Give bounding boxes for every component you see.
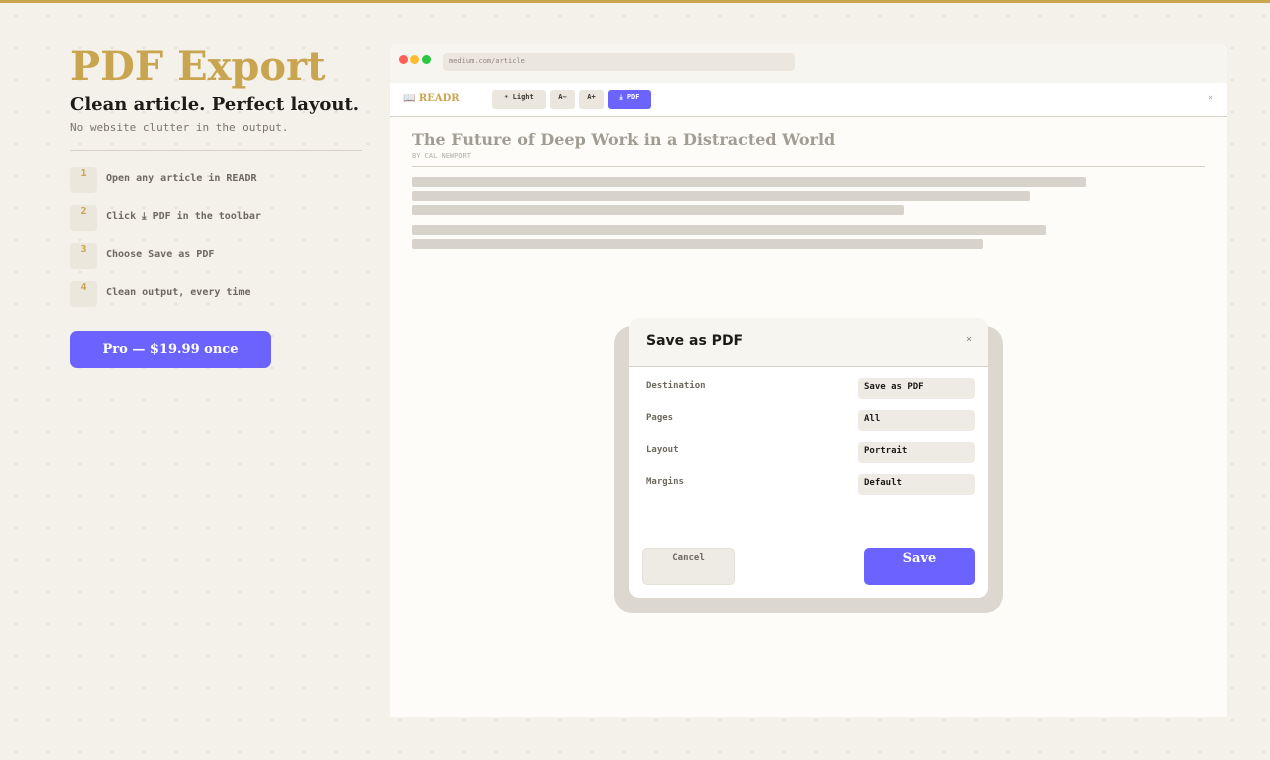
step-text: Click ⤓ PDF in the toolbar — [106, 211, 261, 222]
step-item: 4 Clean output, every time — [70, 281, 362, 319]
pages-select[interactable]: All — [858, 410, 975, 431]
text-placeholder-line — [412, 205, 904, 215]
field-pages: Pages All — [646, 410, 975, 432]
decrease-font-button[interactable]: A− — [550, 90, 575, 109]
article-content: The Future of Deep Work in a Distracted … — [412, 130, 1205, 249]
dialog-header: Save as PDF × — [629, 318, 988, 367]
pro-purchase-button[interactable]: Pro — $19.99 once — [70, 331, 271, 368]
reader-toolbar: 📖 READR ☀ Light A− A+ ⤓ PDF × — [390, 83, 1227, 117]
field-destination: Destination Save as PDF — [646, 378, 975, 400]
article-byline: BY CAL NEWPORT — [412, 152, 472, 160]
hero-title: PDF Export — [70, 43, 326, 90]
hero-subtitle: Clean article. Perfect layout. — [70, 94, 360, 115]
top-accent-bar — [0, 0, 1270, 3]
field-margins: Margins Default — [646, 474, 975, 496]
text-placeholder-line — [412, 239, 983, 249]
step-text: Choose Save as PDF — [106, 249, 215, 260]
dialog-title: Save as PDF — [646, 333, 744, 349]
increase-font-button[interactable]: A+ — [579, 90, 604, 109]
margins-select[interactable]: Default — [858, 474, 975, 495]
save-button[interactable]: Save — [864, 548, 975, 585]
step-number: 2 — [70, 205, 97, 231]
hero-note: No website clutter in the output. — [70, 121, 289, 134]
step-text: Open any article in READR — [106, 173, 257, 184]
step-number: 1 — [70, 167, 97, 193]
field-layout: Layout Portrait — [646, 442, 975, 464]
window-minimize-dot[interactable] — [410, 55, 419, 64]
divider — [70, 150, 362, 151]
field-label: Layout — [646, 445, 679, 455]
close-icon[interactable]: × — [1208, 93, 1213, 102]
step-item: 3 Choose Save as PDF — [70, 243, 362, 281]
step-list: 1 Open any article in READR 2 Click ⤓ PD… — [70, 167, 362, 319]
field-label: Pages — [646, 413, 674, 423]
light-theme-button[interactable]: ☀ Light — [492, 90, 546, 109]
field-label: Margins — [646, 477, 684, 487]
close-icon[interactable]: × — [966, 334, 972, 345]
article-divider — [412, 166, 1205, 167]
field-label: Destination — [646, 381, 706, 391]
window-close-dot[interactable] — [399, 55, 408, 64]
layout-select[interactable]: Portrait — [858, 442, 975, 463]
article-title: The Future of Deep Work in a Distracted … — [412, 130, 836, 149]
text-placeholder-line — [412, 177, 1086, 187]
url-bar[interactable]: medium.com/article — [443, 53, 795, 71]
step-text: Clean output, every time — [106, 287, 251, 298]
promo-panel: PDF Export Clean article. Perfect layout… — [70, 44, 362, 368]
text-placeholder-line — [412, 225, 1046, 235]
step-item: 1 Open any article in READR — [70, 167, 362, 205]
step-item: 2 Click ⤓ PDF in the toolbar — [70, 205, 362, 243]
save-pdf-dialog: Save as PDF × Destination Save as PDF Pa… — [629, 318, 988, 598]
step-number: 4 — [70, 281, 97, 307]
cancel-button[interactable]: Cancel — [642, 548, 735, 585]
readr-logo: 📖 READR — [403, 93, 460, 104]
browser-chrome: medium.com/article — [390, 44, 1227, 83]
pdf-export-button[interactable]: ⤓ PDF — [608, 90, 651, 109]
text-placeholder-line — [412, 191, 1030, 201]
destination-select[interactable]: Save as PDF — [858, 378, 975, 399]
step-number: 3 — [70, 243, 97, 269]
window-maximize-dot[interactable] — [422, 55, 431, 64]
